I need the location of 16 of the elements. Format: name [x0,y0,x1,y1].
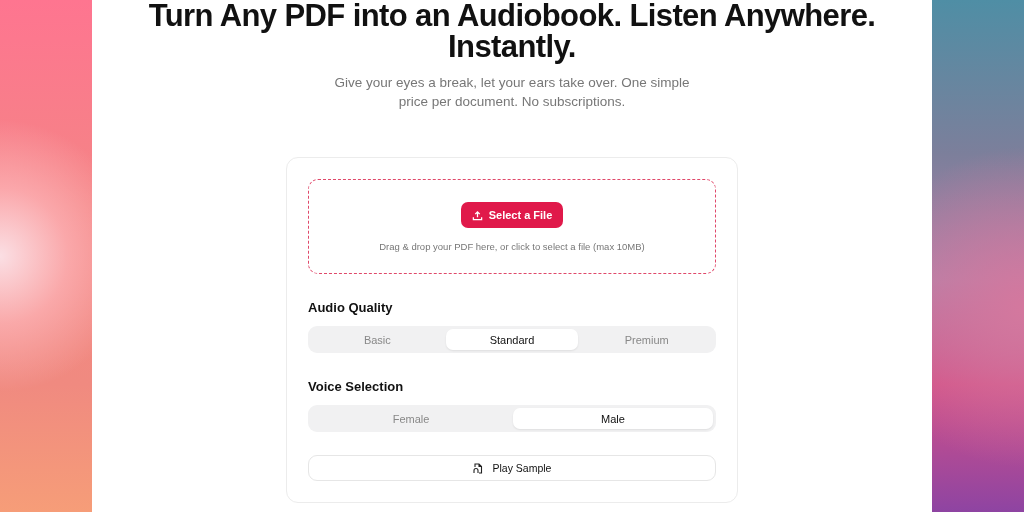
option-tab[interactable]: Premium [580,329,713,350]
select-file-button[interactable]: Select a File [460,202,564,228]
play-sample-button[interactable]: Play Sample [308,455,716,481]
subtitle: Give your eyes a break, let your ears take over. One simple price per document. No subscriptions. [333,74,691,111]
upload-icon [471,209,483,221]
section-label: Voice Selection [308,379,404,394]
upload-hint: Drag & drop your PDF here, or click to select a file (max 10MB) [379,241,645,252]
option-tab[interactable]: Male [513,408,713,429]
option-tab[interactable]: Female [311,408,511,429]
drop-zone[interactable]: Select a File Drag & drop your PDF here, or click to select a file (max 10MB) [308,179,716,274]
option-tab[interactable]: Basic [311,329,444,350]
page-heading: Instantly. [448,31,576,62]
section-label: Audio Quality [308,300,393,315]
file-audio-icon [472,462,483,474]
page-heading: Turn Any PDF into an Audiobook. Listen Anywhere. [148,0,876,31]
option-tab[interactable]: Standard [445,329,579,350]
